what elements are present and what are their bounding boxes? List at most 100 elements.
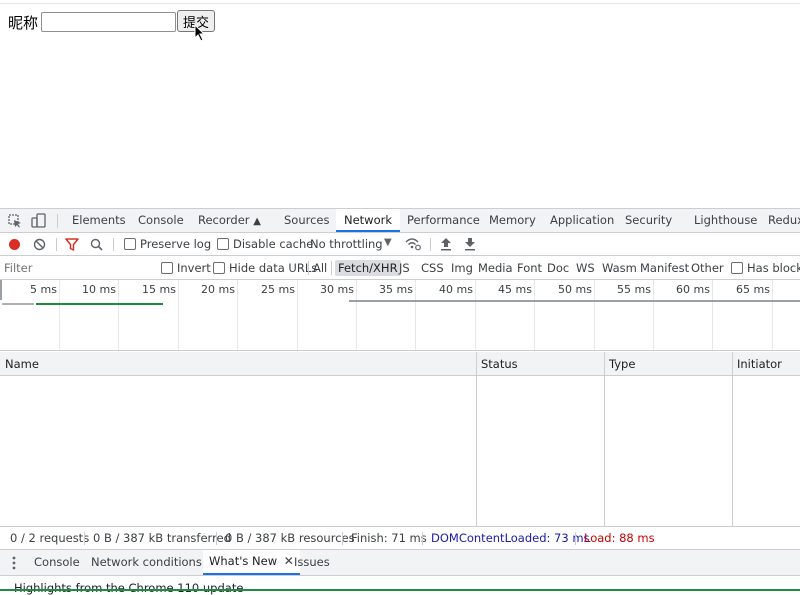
mouse-cursor-icon (194, 24, 206, 42)
more-options-icon[interactable] (11, 556, 17, 570)
filter-type-css[interactable]: CSS (418, 260, 447, 276)
disable-cache-checkbox[interactable] (217, 238, 229, 250)
filter-type-media[interactable]: Media (475, 260, 516, 276)
filter-type-all[interactable]: All (310, 260, 330, 276)
overview-tick-label: 65 ms (736, 283, 770, 296)
flask-icon: ▲ (253, 216, 261, 227)
tab-console[interactable]: Console (138, 209, 184, 232)
overview-gridline (712, 280, 713, 350)
column-type-header[interactable]: Type (609, 352, 635, 376)
overview-gridline (297, 280, 298, 350)
tab-application[interactable]: Application (550, 209, 614, 232)
overview-gridline (178, 280, 179, 350)
close-icon[interactable]: ✕ (284, 554, 294, 568)
tab-redux[interactable]: Redux (768, 209, 800, 232)
nickname-label: 昵称 (8, 14, 39, 32)
overview-tick-label: 5 ms (30, 283, 57, 296)
tab-lighthouse[interactable]: Lighthouse (694, 209, 757, 232)
web-page: 昵称 提交 (0, 0, 800, 208)
resources-size: 0 B / 387 kB resources (225, 531, 355, 545)
tab-security[interactable]: Security (625, 209, 672, 232)
tab-performance[interactable]: Performance (407, 209, 480, 232)
device-toolbar-icon[interactable] (31, 213, 47, 229)
requests-count: 0 / 2 requests (10, 531, 90, 545)
filter-input[interactable] (2, 259, 146, 277)
dom-content-loaded-time: DOMContentLoaded: 73 ms (431, 531, 590, 545)
devtools-panel: Elements Console Recorder ▲ Sources Netw… (0, 208, 800, 595)
filter-type-fetch-xhr[interactable]: Fetch/XHR (335, 260, 401, 276)
nickname-input[interactable] (41, 12, 176, 32)
tab-network[interactable]: Network (336, 209, 401, 232)
drawer-tab-whats-new-label: What's New (209, 554, 278, 568)
filter-type-wasm[interactable]: Wasm (599, 260, 640, 276)
requests-table-body (0, 376, 800, 526)
preserve-log-label: Preserve log (140, 237, 212, 251)
preserve-log-checkbox[interactable] (124, 238, 136, 250)
drawer-tab-whats-new[interactable]: What's New ✕ (203, 550, 300, 575)
whats-new-headline: Highlights from the Chrome 110 update (14, 581, 244, 595)
filter-type-other[interactable]: Other (688, 260, 727, 276)
throttling-select[interactable]: No throttling ▼ (310, 233, 398, 255)
disable-cache-label: Disable cache (233, 237, 314, 251)
overview-gridline (356, 280, 357, 350)
network-overview[interactable]: 5 ms 10 ms 15 ms 20 ms 25 ms 30 ms 35 ms… (0, 280, 800, 351)
import-har-icon[interactable] (440, 237, 452, 251)
page-top-divider (0, 3, 800, 4)
column-divider (732, 376, 733, 526)
toolbar-divider (430, 238, 431, 251)
network-conditions-icon[interactable] (405, 237, 421, 251)
column-name-header[interactable]: Name (5, 352, 39, 376)
inspect-element-icon[interactable] (8, 214, 22, 228)
tab-recorder-label: Recorder (198, 213, 250, 227)
tab-sources[interactable]: Sources (284, 209, 330, 232)
overview-gridline (415, 280, 416, 350)
invert-checkbox[interactable] (161, 262, 173, 274)
toolbar-divider (113, 238, 114, 251)
status-divider (216, 532, 217, 545)
toolbar-divider (331, 261, 332, 275)
overview-tick-label: 45 ms (498, 283, 532, 296)
column-divider (604, 376, 605, 526)
throttling-value: No throttling (310, 237, 383, 251)
overview-gridline (653, 280, 654, 350)
filter-type-img[interactable]: Img (448, 260, 476, 276)
finish-time: Finish: 71 ms (351, 531, 427, 545)
has-blocked-cookies-label: Has blocke (747, 261, 800, 275)
column-initiator-header[interactable]: Initiator (737, 352, 782, 376)
filter-type-ws[interactable]: WS (573, 260, 598, 276)
requests-table-header: Name Status Type Initiator (0, 352, 800, 376)
overview-gridline (237, 280, 238, 350)
overview-tick-label: 30 ms (320, 283, 354, 296)
filter-type-manifest[interactable]: Manifest (637, 260, 692, 276)
filter-bar: Invert Hide data URLs All Fetch/XHR JS C… (0, 256, 800, 280)
filter-type-js[interactable]: JS (396, 260, 413, 276)
drawer-tab-console[interactable]: Console (34, 550, 80, 575)
drawer-tab-issues[interactable]: Issues (294, 550, 330, 575)
overview-tick-label: 40 ms (439, 283, 473, 296)
load-time: Load: 88 ms (584, 531, 655, 545)
overview-gridline (772, 280, 773, 350)
dropdown-arrow-icon: ▼ (384, 237, 392, 248)
column-divider (476, 376, 477, 526)
toolbar-divider (57, 214, 58, 228)
transferred-size: 0 B / 387 kB transferred (93, 531, 231, 545)
filter-icon[interactable] (65, 238, 79, 251)
tab-recorder[interactable]: Recorder ▲ (198, 209, 261, 232)
clear-icon[interactable] (33, 238, 46, 251)
tab-memory[interactable]: Memory (489, 209, 536, 232)
overview-tick-label: 50 ms (558, 283, 592, 296)
column-status-header[interactable]: Status (481, 352, 518, 376)
export-har-icon[interactable] (464, 237, 476, 251)
record-icon[interactable] (8, 238, 21, 251)
has-blocked-cookies-checkbox[interactable] (731, 262, 743, 274)
toolbar-divider (308, 261, 309, 275)
status-divider (422, 532, 423, 545)
hide-data-urls-checkbox[interactable] (213, 262, 225, 274)
drawer-tab-network-conditions[interactable]: Network conditions (91, 550, 202, 575)
status-divider (575, 532, 576, 545)
overview-tick-label: 35 ms (379, 283, 413, 296)
filter-type-font[interactable]: Font (514, 260, 545, 276)
search-icon[interactable] (90, 238, 103, 251)
filter-type-doc[interactable]: Doc (544, 260, 572, 276)
tab-elements[interactable]: Elements (72, 209, 126, 232)
